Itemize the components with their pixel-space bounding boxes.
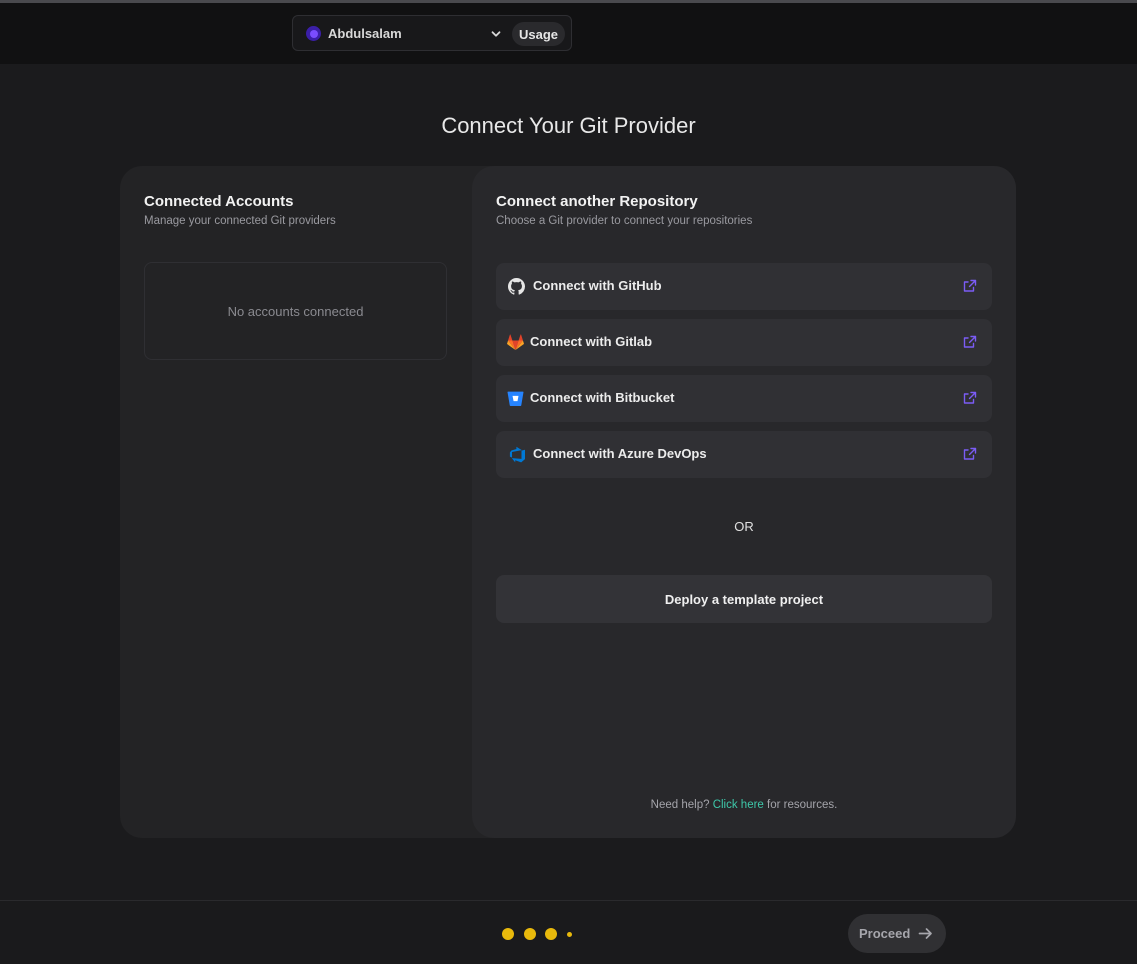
- deploy-template-label: Deploy a template project: [664, 591, 824, 607]
- deploy-template-button[interactable]: Deploy a template project: [496, 575, 992, 623]
- connect-github-button[interactable]: Connect with GitHub: [496, 263, 992, 310]
- external-link-icon: [963, 391, 977, 404]
- connect-gitlab-label: Connect with Gitlab: [530, 334, 653, 349]
- account-switcher[interactable]: Abdulsalam Usage: [292, 15, 572, 51]
- connect-github-label: Connect with GitHub: [533, 278, 662, 293]
- top-bar: Abdulsalam Usage: [0, 3, 1137, 64]
- connect-azure-devops-button[interactable]: Connect with Azure DevOps: [496, 431, 992, 478]
- page-title: Connect Your Git Provider: [441, 113, 696, 138]
- proceed-button[interactable]: Proceed: [848, 914, 946, 953]
- empty-accounts-box: No accounts connected: [144, 262, 447, 360]
- footer-bar: Proceed: [0, 900, 1137, 964]
- connect-repository-subtitle: Choose a Git provider to connect your re…: [496, 215, 753, 227]
- bitbucket-icon: [507, 391, 524, 406]
- chevron-down-icon[interactable]: [490, 28, 502, 40]
- step-indicator-dot-current: [567, 932, 572, 937]
- usage-button[interactable]: Usage: [512, 22, 565, 46]
- step-indicator-dot: [545, 928, 557, 940]
- connect-bitbucket-label: Connect with Bitbucket: [530, 390, 675, 405]
- account-name: Abdulsalam: [328, 26, 402, 41]
- connect-gitlab-button[interactable]: Connect with Gitlab: [496, 319, 992, 366]
- github-icon: [508, 278, 525, 295]
- external-link-icon: [963, 335, 977, 348]
- help-prefix: Need help?: [650, 799, 710, 811]
- step-indicator-dot: [502, 928, 514, 940]
- empty-accounts-text: No accounts connected: [227, 303, 364, 319]
- help-text: Need help? Click here for resources.: [472, 799, 1016, 811]
- connected-accounts-subtitle: Manage your connected Git providers: [144, 215, 336, 227]
- connect-bitbucket-button[interactable]: Connect with Bitbucket: [496, 375, 992, 422]
- avatar: [306, 26, 321, 41]
- gitlab-icon: [507, 334, 524, 350]
- connect-azure-devops-label: Connect with Azure DevOps: [533, 446, 707, 461]
- help-link[interactable]: Click here: [713, 799, 764, 811]
- arrow-right-icon: [918, 928, 932, 939]
- azure-devops-icon: [509, 446, 525, 463]
- proceed-label: Proceed: [859, 926, 911, 941]
- connect-repository-title: Connect another Repository: [496, 193, 698, 210]
- or-divider-text: OR: [734, 519, 754, 534]
- connected-accounts-title: Connected Accounts: [144, 193, 294, 210]
- external-link-icon: [963, 447, 977, 460]
- help-suffix: for resources.: [767, 799, 838, 811]
- step-indicator-dot: [524, 928, 536, 940]
- external-link-icon: [963, 279, 977, 292]
